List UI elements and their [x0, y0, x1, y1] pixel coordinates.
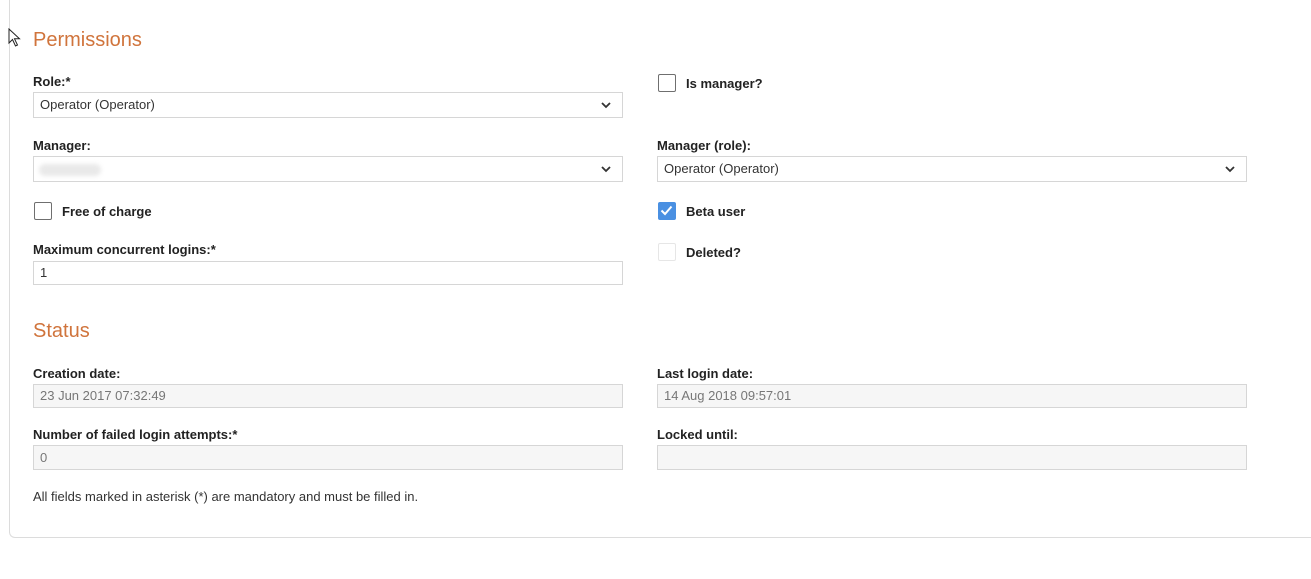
last-login-date-field: 14 Aug 2018 09:57:01 [657, 384, 1247, 408]
role-select-value: Operator (Operator) [40, 97, 155, 112]
checkmark-icon [660, 205, 673, 216]
chevron-down-icon [601, 102, 611, 109]
manager-role-select-value: Operator (Operator) [664, 161, 779, 176]
manager-role-select[interactable]: Operator (Operator) [657, 156, 1247, 182]
last-login-date-label: Last login date: [657, 366, 754, 381]
manager-select[interactable] [33, 156, 623, 182]
failed-login-attempts-field: 0 [33, 445, 623, 470]
creation-date-field: 23 Jun 2017 07:32:49 [33, 384, 623, 408]
manager-select-value-redacted [39, 164, 101, 176]
beta-user-checkbox[interactable] [658, 202, 676, 220]
deleted-checkbox[interactable] [658, 243, 676, 261]
role-label: Role:* [33, 74, 71, 89]
free-of-charge-checkbox[interactable] [34, 202, 52, 220]
chevron-down-icon [601, 166, 611, 173]
max-concurrent-logins-input[interactable]: 1 [33, 261, 623, 285]
locked-until-label: Locked until: [657, 427, 738, 442]
role-select[interactable]: Operator (Operator) [33, 92, 623, 118]
creation-date-label: Creation date: [33, 366, 121, 381]
mouse-cursor-icon [8, 28, 21, 47]
is-manager-label: Is manager? [686, 76, 763, 91]
deleted-label: Deleted? [686, 245, 741, 260]
status-section-title: Status [33, 320, 90, 342]
permissions-section-title: Permissions [33, 29, 142, 51]
failed-login-attempts-label: Number of failed login attempts:* [33, 427, 238, 442]
manager-role-label: Manager (role): [657, 138, 751, 153]
chevron-down-icon [1225, 166, 1235, 173]
beta-user-label: Beta user [686, 204, 746, 219]
mandatory-fields-note: All fields marked in asterisk (*) are ma… [33, 489, 419, 504]
manager-label: Manager: [33, 138, 91, 153]
is-manager-checkbox[interactable] [658, 74, 676, 92]
free-of-charge-label: Free of charge [62, 204, 152, 219]
max-concurrent-logins-label: Maximum concurrent logins:* [33, 242, 216, 257]
locked-until-field [657, 445, 1247, 470]
